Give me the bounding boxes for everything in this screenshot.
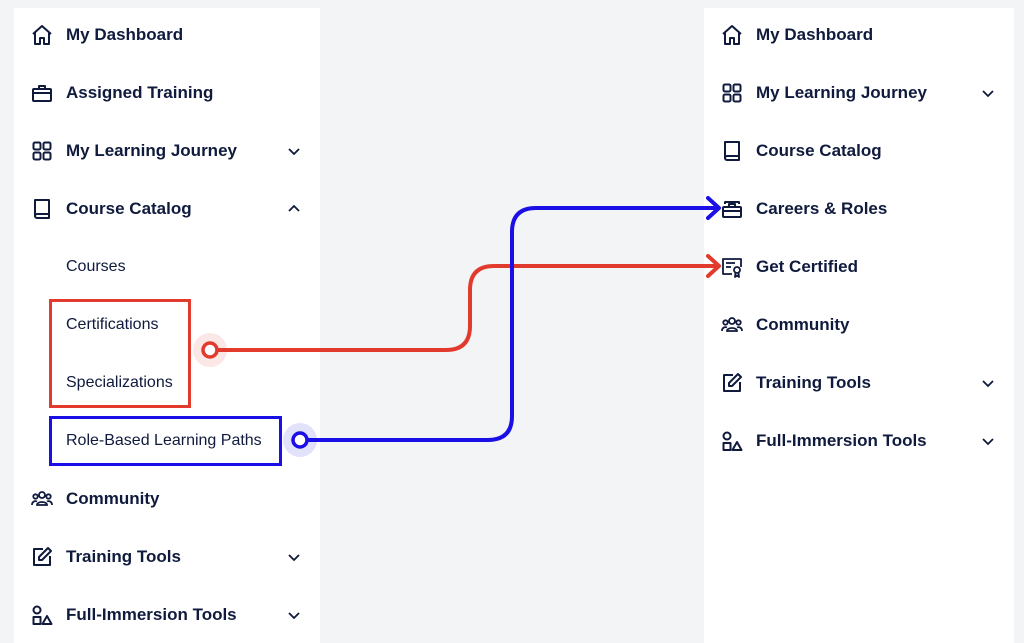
nav-item-label: My Learning Journey [66, 141, 237, 160]
blue-connector [283, 196, 721, 457]
edit-icon [30, 545, 54, 569]
edit-icon [720, 371, 744, 395]
right-nav-item-full-immersion-tools[interactable]: Full-Immersion Tools [704, 421, 1014, 461]
right-nav-item-my-learning-journey[interactable]: My Learning Journey [704, 73, 1014, 113]
grid-icon [30, 139, 54, 163]
home-icon [720, 23, 744, 47]
certificate-icon [720, 255, 744, 279]
right-nav-item-community[interactable]: Community [704, 305, 1014, 345]
red-highlight-box [49, 299, 191, 408]
nav-item-label: Community [756, 315, 850, 334]
chevron-down-icon[interactable] [980, 85, 996, 101]
nav-item-label: Training Tools [66, 547, 181, 566]
chevron-down-icon[interactable] [286, 607, 302, 623]
shapes-icon [30, 603, 54, 627]
nav-item-label: Full-Immersion Tools [66, 605, 237, 624]
grid-icon [720, 81, 744, 105]
nav-item-label: My Dashboard [756, 25, 874, 44]
right-nav-item-careers-roles[interactable]: Careers & Roles [704, 189, 1014, 229]
blue-connector-line [298, 206, 720, 442]
chevron-down-icon[interactable] [286, 143, 302, 159]
book-icon [720, 139, 744, 163]
nav-item-label: Full-Immersion Tools [756, 431, 927, 450]
nav-item-label: Training Tools [756, 373, 871, 392]
chevron-up-icon[interactable] [286, 201, 302, 217]
book-icon [30, 197, 54, 221]
home-icon [30, 23, 54, 47]
right-nav-item-training-tools[interactable]: Training Tools [704, 363, 1014, 403]
chevron-down-icon[interactable] [980, 375, 996, 391]
people-icon [30, 487, 54, 511]
left-nav-item-my-learning-journey[interactable]: My Learning Journey [14, 131, 320, 171]
left-nav-item-full-immersion-tools[interactable]: Full-Immersion Tools [14, 595, 320, 635]
people-icon [720, 313, 744, 337]
briefcase-stack-icon [720, 197, 744, 221]
nav-item-label: Get Certified [756, 257, 859, 276]
briefcase-icon [30, 81, 54, 105]
nav-item-label: Course Catalog [66, 199, 192, 218]
nav-item-label: Assigned Training [66, 83, 214, 102]
nav-item-label: My Dashboard [66, 25, 184, 44]
right-nav-item-my-dashboard[interactable]: My Dashboard [704, 15, 1014, 55]
right-nav-item-get-certified[interactable]: Get Certified [704, 247, 1014, 287]
left-nav-item-training-tools[interactable]: Training Tools [14, 537, 320, 577]
chevron-down-icon[interactable] [980, 433, 996, 449]
left-sub-item-courses[interactable]: Courses [66, 249, 126, 285]
blue-highlight-box [49, 416, 282, 466]
nav-item-label: Community [66, 489, 160, 508]
left-nav-item-my-dashboard[interactable]: My Dashboard [14, 15, 320, 55]
right-nav-panel: My Dashboard My Learning Journey Course … [704, 8, 1014, 643]
nav-item-label: My Learning Journey [756, 83, 927, 102]
left-nav-item-assigned-training[interactable]: Assigned Training [14, 73, 320, 113]
chevron-down-icon[interactable] [286, 549, 302, 565]
left-nav-item-community[interactable]: Community [14, 479, 320, 519]
right-nav-item-course-catalog[interactable]: Course Catalog [704, 131, 1014, 171]
shapes-icon [720, 429, 744, 453]
nav-item-label: Careers & Roles [756, 199, 888, 218]
left-nav-item-course-catalog[interactable]: Course Catalog [14, 189, 320, 229]
nav-item-label: Course Catalog [756, 141, 882, 160]
